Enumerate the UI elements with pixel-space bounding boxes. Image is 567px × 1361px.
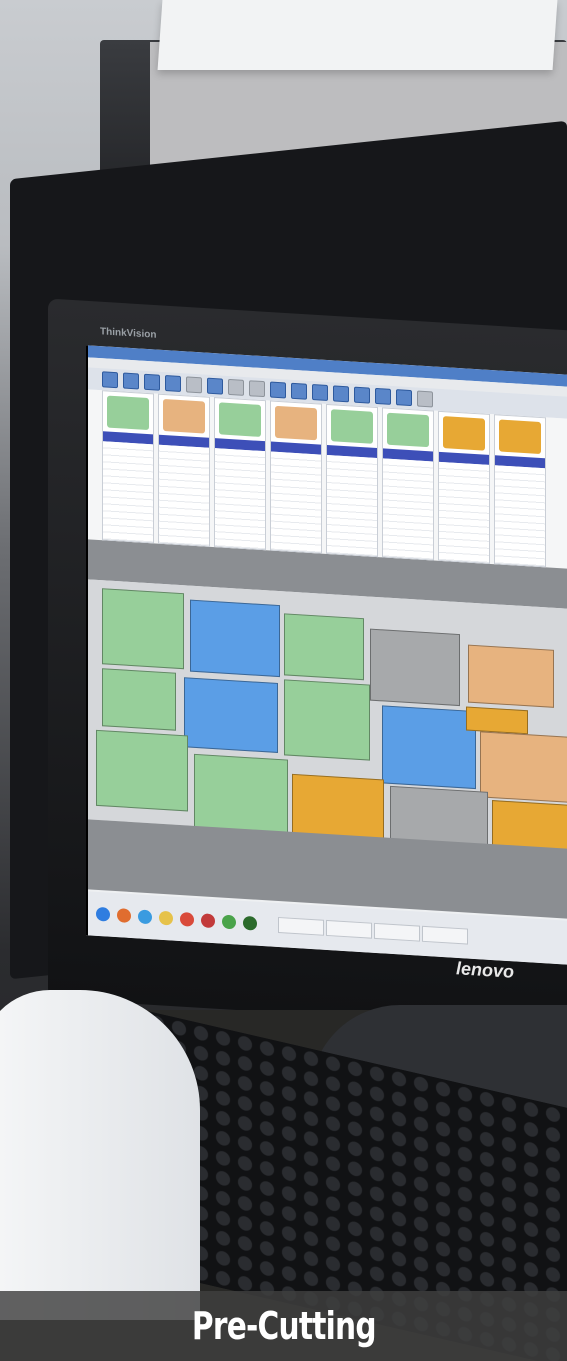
toolbar-icon xyxy=(165,375,181,393)
toolbar-icon xyxy=(249,380,265,398)
marker-pattern-piece xyxy=(370,628,460,707)
pattern-piece-thumbnail xyxy=(163,398,205,434)
pattern-piece-card xyxy=(438,410,490,564)
pattern-piece-thumbnail xyxy=(275,405,317,441)
pattern-piece-thumbnail xyxy=(443,416,485,451)
marker-pattern-piece xyxy=(382,705,476,790)
toolbar-icon xyxy=(354,386,370,404)
toolbar-icon xyxy=(207,377,223,395)
marker-pattern-piece xyxy=(184,677,278,753)
photo-scene: ThinkVision lenovo xyxy=(0,0,567,1361)
pattern-piece-thumbnail xyxy=(107,395,149,431)
pattern-piece-thumbnail xyxy=(387,412,429,448)
firefox-icon[interactable] xyxy=(117,908,131,923)
marker-pattern-piece xyxy=(468,644,554,708)
folder-icon[interactable] xyxy=(159,910,173,926)
toolbar-icon xyxy=(144,373,160,391)
toolbar-icon xyxy=(186,376,202,394)
pattern-piece-card xyxy=(382,407,434,561)
marker-pattern-piece xyxy=(102,588,184,670)
pattern-piece-thumbnail xyxy=(499,419,541,455)
toolbar-icon xyxy=(228,378,244,396)
pattern-piece-details xyxy=(215,448,265,550)
pattern-piece-details xyxy=(383,458,433,560)
lenovo-logo: lenovo xyxy=(456,958,515,982)
app-icon[interactable] xyxy=(201,913,215,929)
toolbar-icon xyxy=(312,384,328,402)
marker-pattern-piece xyxy=(102,668,176,731)
toolbar-icon xyxy=(123,372,139,390)
media-player-icon[interactable] xyxy=(180,911,194,927)
marker-pattern-piece xyxy=(466,706,528,735)
pattern-piece-card xyxy=(326,403,378,558)
marker-pattern-piece xyxy=(194,753,288,838)
taskbar-status-cell xyxy=(422,925,468,945)
app-icon[interactable] xyxy=(243,915,257,931)
marker-pattern-piece xyxy=(284,679,370,761)
caption-bar: Pre-Cutting xyxy=(0,1291,567,1361)
pattern-piece-list xyxy=(88,389,567,569)
pattern-piece-card xyxy=(494,414,546,568)
caption-title: Pre-Cutting xyxy=(191,1304,377,1348)
marker-layout xyxy=(88,579,567,893)
pattern-piece-card xyxy=(214,397,266,551)
chrome-icon[interactable] xyxy=(222,914,236,930)
pattern-piece-details xyxy=(439,461,489,563)
pattern-piece-details xyxy=(159,444,209,546)
taskbar-status-cell xyxy=(278,916,324,936)
marker-pattern-piece xyxy=(190,599,280,678)
toolbar-icon xyxy=(375,387,391,405)
pattern-piece-card xyxy=(158,393,210,547)
marker-pattern-piece xyxy=(480,731,567,803)
pattern-piece-thumbnail xyxy=(219,402,261,437)
toolbar-icon xyxy=(102,371,118,389)
start-button-icon[interactable] xyxy=(96,906,110,922)
person-sleeve xyxy=(0,990,200,1320)
pattern-piece-details xyxy=(495,465,545,567)
taskbar-status-cells xyxy=(278,916,468,945)
background-paper xyxy=(157,0,558,70)
pattern-piece-details xyxy=(327,454,377,557)
toolbar-icon xyxy=(396,389,412,407)
marker-pattern-piece xyxy=(284,613,364,681)
toolbar-icon xyxy=(333,385,349,403)
pattern-piece-details xyxy=(271,451,321,553)
taskbar-status-cell xyxy=(374,922,420,942)
toolbar-icon xyxy=(417,390,433,408)
pattern-piece-thumbnail xyxy=(331,409,373,444)
ie-icon[interactable] xyxy=(138,909,152,925)
pattern-piece-details xyxy=(103,441,153,543)
pattern-piece-card xyxy=(270,400,322,554)
toolbar-icon xyxy=(291,382,307,400)
monitor-screen xyxy=(86,345,567,965)
pattern-piece-card xyxy=(102,390,154,544)
marker-pattern-piece xyxy=(96,729,188,812)
taskbar-status-cell xyxy=(326,919,372,939)
toolbar-icon xyxy=(270,381,286,399)
